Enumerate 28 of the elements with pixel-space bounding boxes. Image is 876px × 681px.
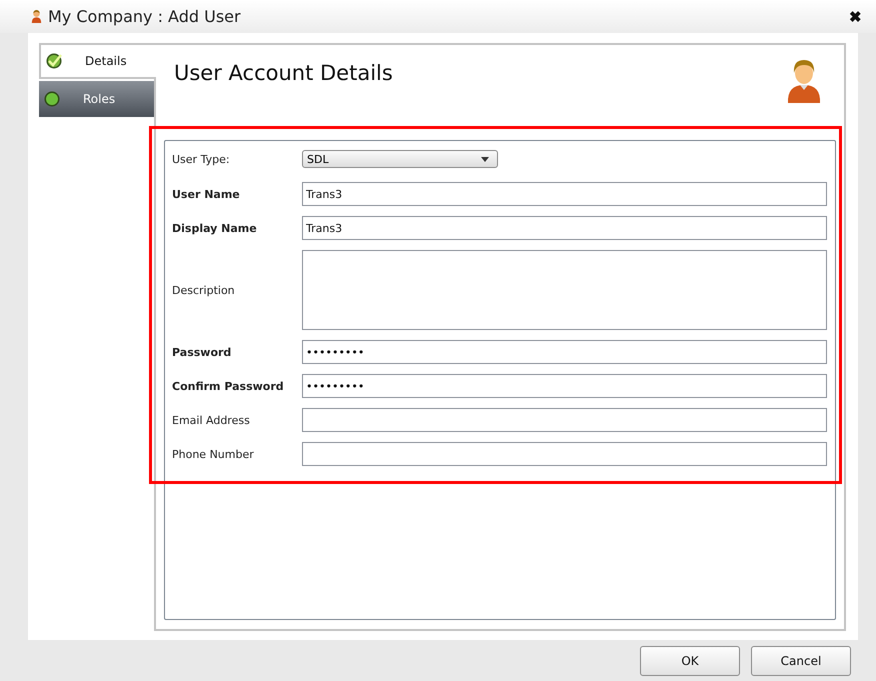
close-button[interactable]: ✖	[849, 8, 862, 26]
input-field[interactable]: •••••••••	[302, 340, 827, 364]
field-label: Password	[172, 346, 232, 358]
user-avatar-icon	[786, 57, 822, 105]
field-label: Email Address	[172, 414, 251, 426]
input-field[interactable]	[302, 408, 827, 432]
field-label: Phone Number	[172, 448, 255, 460]
input-field[interactable]: Trans3	[302, 182, 827, 206]
page-heading: User Account Details	[174, 61, 393, 87]
field-label: Confirm Password	[172, 380, 285, 392]
user-icon	[30, 9, 43, 24]
field-label: Description	[172, 284, 236, 296]
input-field[interactable]	[302, 442, 827, 466]
caret-icon	[481, 156, 489, 162]
user-type-dropdown[interactable]: SDL	[302, 150, 498, 168]
field-label: Display Name	[172, 222, 258, 234]
cancel-button[interactable]: Cancel	[751, 646, 851, 676]
check-icon	[45, 52, 63, 70]
field-label: User Type:	[172, 152, 231, 166]
input-field[interactable]	[302, 250, 827, 330]
input-field[interactable]: Trans3	[302, 216, 827, 240]
field-label: User Name	[172, 188, 241, 200]
window-title: My Company : Add User	[48, 7, 241, 26]
tab[interactable]: Roles	[39, 81, 154, 117]
tab[interactable]: Details	[39, 43, 156, 79]
ok-button[interactable]: OK	[640, 646, 740, 676]
status-dot-icon	[43, 90, 61, 108]
input-field[interactable]: •••••••••	[302, 374, 827, 398]
